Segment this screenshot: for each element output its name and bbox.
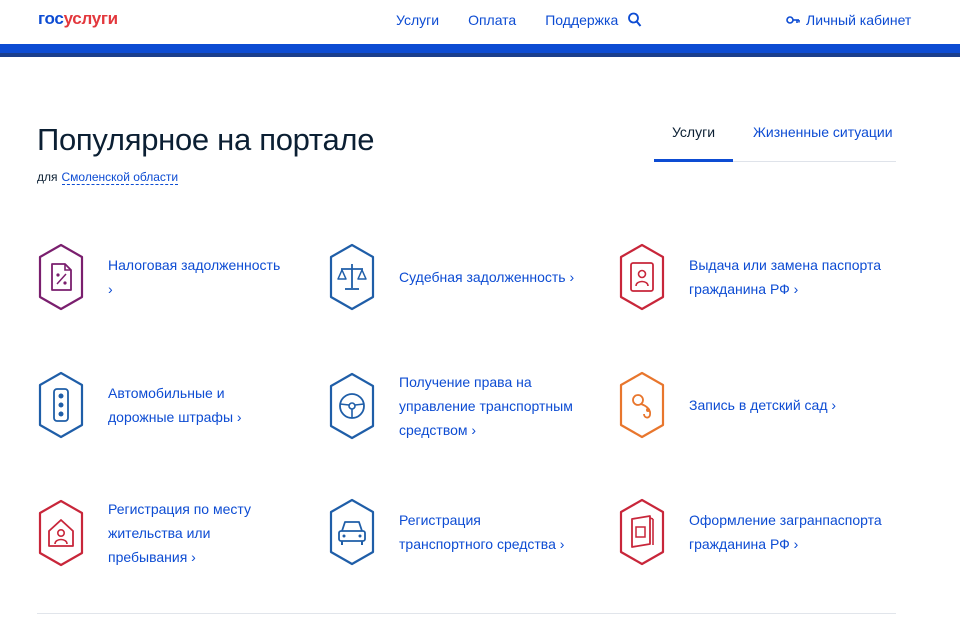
service-traffic-fines[interactable]: Автомобильные и дорожные штрафы › [36, 370, 288, 440]
tax-document-icon [38, 243, 84, 311]
steering-wheel-icon [329, 372, 375, 440]
logo-part-uslugi: услуги [63, 9, 119, 28]
page-title: Популярное на портале [37, 122, 375, 157]
car-icon [329, 498, 375, 566]
service-label: Автомобильные и дорожные штрафы › [108, 385, 242, 425]
traffic-light-icon [38, 371, 84, 439]
service-passport[interactable]: Выдача или замена паспорта гражданина РФ… [617, 242, 889, 312]
cabinet-label: Личный кабинет [806, 12, 912, 28]
service-court-debt[interactable]: Судебная задолженность › [327, 242, 599, 312]
personal-cabinet-link[interactable]: Личный кабинет [786, 12, 911, 28]
nav-services[interactable]: Услуги [396, 12, 439, 28]
service-kindergarten[interactable]: Запись в детский сад › [617, 370, 889, 440]
nav-payment[interactable]: Оплата [468, 12, 516, 28]
header-divider-bar [0, 44, 960, 57]
service-label: Получение права на управление транспортн… [399, 374, 573, 438]
region-prefix: для [37, 170, 58, 184]
logo-part-gos: гос [38, 9, 64, 28]
region-selector: для Смоленской области [37, 170, 179, 185]
key-icon [786, 16, 800, 24]
service-driving-license[interactable]: Получение права на управление транспортн… [327, 370, 574, 442]
service-vehicle-registration[interactable]: Регистрация транспортного средства › [327, 497, 574, 567]
passport-icon [619, 243, 665, 311]
service-residence-registration[interactable]: Регистрация по месту жительства или преб… [36, 497, 288, 569]
service-label: Оформление загранпаспорта гражданина РФ … [689, 512, 882, 552]
service-label: Судебная задолженность › [399, 269, 575, 285]
scales-icon [329, 243, 375, 311]
service-tax-debt[interactable]: Налоговая задолженность › [36, 242, 288, 312]
section-divider [37, 613, 896, 614]
region-link[interactable]: Смоленской области [61, 170, 179, 185]
category-tabs: Услуги Жизненные ситуации [654, 116, 896, 162]
foreign-passport-icon [619, 498, 665, 566]
search-icon[interactable] [628, 12, 642, 28]
pacifier-icon [619, 371, 665, 439]
service-label: Запись в детский сад › [689, 397, 837, 413]
tab-life-situations[interactable]: Жизненные ситуации [753, 124, 893, 140]
service-foreign-passport[interactable]: Оформление загранпаспорта гражданина РФ … [617, 497, 889, 567]
nav-support[interactable]: Поддержка [545, 12, 618, 28]
service-label: Налоговая задолженность › [108, 257, 281, 297]
service-label: Выдача или замена паспорта гражданина РФ… [689, 257, 881, 297]
service-label: Регистрация транспортного средства › [399, 512, 565, 552]
house-person-icon [38, 499, 84, 567]
main-nav: Услуги Оплата Поддержка [396, 12, 647, 28]
service-label: Регистрация по месту жительства или преб… [108, 501, 251, 565]
tab-services[interactable]: Услуги [654, 124, 733, 162]
gosuslugi-logo[interactable]: госуслуги [38, 9, 118, 29]
site-header: госуслуги Услуги Оплата Поддержка Личный… [0, 0, 960, 44]
